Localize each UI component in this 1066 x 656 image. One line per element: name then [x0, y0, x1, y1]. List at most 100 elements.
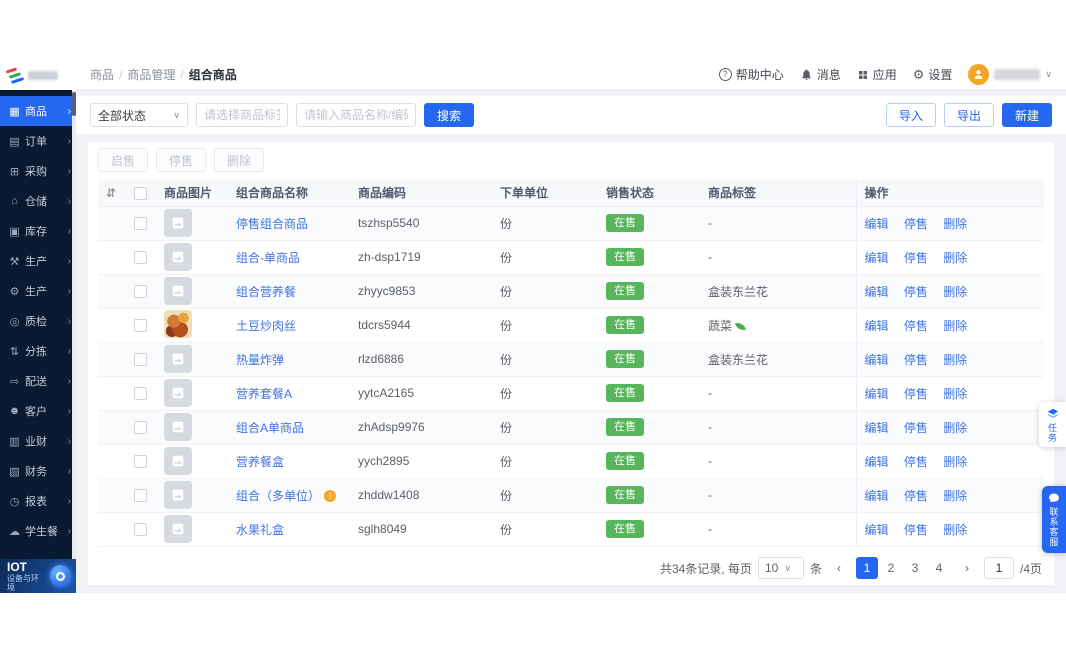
edit-link[interactable]: 编辑 [865, 353, 889, 367]
messages-button[interactable]: 消息 [800, 66, 841, 83]
page-button[interactable]: 4 [928, 557, 950, 579]
edit-link[interactable]: 编辑 [865, 319, 889, 333]
task-float-button[interactable]: 任务 [1039, 402, 1066, 447]
row-checkbox[interactable] [134, 489, 147, 503]
sidebar-scrollbar[interactable] [72, 90, 76, 559]
sidebar-scrollbar-thumb[interactable] [72, 92, 76, 116]
contact-service-button[interactable]: 联系客服 [1042, 486, 1066, 553]
product-name-link[interactable]: 组合-单商品 [236, 251, 300, 265]
sidebar-item-orders[interactable]: ▤ 订单 › [0, 126, 76, 156]
sidebar-item-goods[interactable]: ▦ 商品 › [0, 96, 76, 126]
sidebar-item-quality[interactable]: ◎ 质检 › [0, 306, 76, 336]
delete-link[interactable]: 删除 [943, 489, 967, 503]
next-page-button[interactable]: › [956, 557, 978, 579]
search-button[interactable]: 搜索 [424, 103, 475, 127]
sidebar-item-production[interactable]: ⚒ 生产 › [0, 246, 76, 276]
edit-link[interactable]: 编辑 [865, 523, 889, 537]
product-name-link[interactable]: 停售组合商品 [236, 217, 308, 231]
product-name-link[interactable]: 组合A单商品 [236, 421, 304, 435]
help-center-button[interactable]: ? 帮助中心 [718, 66, 784, 83]
bulk-action-button[interactable]: 停售 [156, 148, 207, 172]
edit-link[interactable]: 编辑 [865, 455, 889, 469]
sidebar-item-inventory[interactable]: ▣ 库存 › [0, 216, 76, 246]
prev-page-button[interactable]: ‹ [828, 557, 850, 579]
row-checkbox[interactable] [134, 523, 147, 537]
keyword-search-input[interactable] [296, 103, 416, 127]
stop-sale-link[interactable]: 停售 [904, 217, 928, 231]
sidebar-item-student-meal[interactable]: ☁ 学生餐 › [0, 516, 76, 546]
delete-link[interactable]: 删除 [943, 455, 967, 469]
sidebar-item-delivery[interactable]: ⇨ 配送 › [0, 366, 76, 396]
row-checkbox[interactable] [134, 319, 147, 333]
stop-sale-link[interactable]: 停售 [904, 523, 928, 537]
product-name-link[interactable]: 组合营养餐 [236, 285, 296, 299]
edit-link[interactable]: 编辑 [865, 251, 889, 265]
edit-link[interactable]: 编辑 [865, 421, 889, 435]
export-button[interactable]: 导出 [943, 103, 994, 127]
sidebar-item-production2[interactable]: ⚙ 生产 › [0, 276, 76, 306]
stop-sale-link[interactable]: 停售 [904, 387, 928, 401]
delete-link[interactable]: 删除 [943, 217, 967, 231]
edit-link[interactable]: 编辑 [865, 387, 889, 401]
stop-sale-link[interactable]: 停售 [904, 285, 928, 299]
user-menu[interactable]: ∨ [968, 64, 1052, 85]
page-size-select[interactable]: 10 ∨ [757, 557, 804, 579]
row-checkbox[interactable] [134, 387, 147, 401]
tag-filter-input[interactable] [196, 103, 288, 127]
product-name-link[interactable]: 水果礼盒 [236, 523, 284, 537]
product-name-link[interactable]: 营养餐盒 [236, 455, 284, 469]
edit-link[interactable]: 编辑 [865, 217, 889, 231]
delete-link[interactable]: 删除 [943, 353, 967, 367]
expand-all-icon[interactable]: ⇵ [106, 186, 116, 200]
status-select[interactable]: 全部状态 ∨ [90, 103, 188, 127]
product-name-link[interactable]: 组合（多单位） [236, 489, 320, 503]
delete-link[interactable]: 删除 [943, 285, 967, 299]
stop-sale-link[interactable]: 停售 [904, 421, 928, 435]
delete-link[interactable]: 删除 [943, 319, 967, 333]
delete-link[interactable]: 删除 [943, 251, 967, 265]
row-checkbox[interactable] [134, 455, 147, 469]
page-jump-input[interactable] [983, 557, 1014, 579]
iot-panel[interactable]: IOT 设备与环境 [0, 559, 76, 593]
product-photo[interactable] [164, 309, 192, 338]
product-name-link[interactable]: 营养套餐A [236, 387, 292, 401]
select-all-checkbox[interactable] [134, 186, 147, 200]
row-checkbox[interactable] [134, 217, 147, 231]
stop-sale-link[interactable]: 停售 [904, 353, 928, 367]
stop-sale-link[interactable]: 停售 [904, 455, 928, 469]
stop-sale-link[interactable]: 停售 [904, 319, 928, 333]
sidebar-item-warehouse[interactable]: ⌂ 仓储 › [0, 186, 76, 216]
import-button[interactable]: 导入 [885, 103, 936, 127]
product-name-link[interactable]: 热量炸弹 [236, 353, 284, 367]
bulk-action-button[interactable]: 删除 [214, 148, 265, 172]
row-checkbox[interactable] [134, 421, 147, 435]
sidebar-item-biz-finance[interactable]: ▥ 业财 › [0, 426, 76, 456]
sidebar-item-finance[interactable]: ▧ 财务 › [0, 456, 76, 486]
row-checkbox[interactable] [134, 353, 147, 367]
edit-link[interactable]: 编辑 [865, 489, 889, 503]
iot-device-icon[interactable] [49, 565, 71, 587]
info-icon[interactable]: ! [324, 489, 337, 502]
sidebar-item-sorting[interactable]: ⇅ 分拣 › [0, 336, 76, 366]
apps-button[interactable]: 应用 [857, 66, 897, 83]
page-button[interactable]: 2 [880, 557, 902, 579]
product-name-link[interactable]: 土豆炒肉丝 [236, 319, 296, 333]
delete-link[interactable]: 删除 [943, 523, 967, 537]
page-button[interactable]: 1 [855, 557, 878, 579]
sidebar-item-customers[interactable]: ☻ 客户 › [0, 396, 76, 426]
stop-sale-link[interactable]: 停售 [904, 489, 928, 503]
create-button[interactable]: 新建 [1001, 103, 1052, 127]
sidebar-item-procurement[interactable]: ⊞ 采购 › [0, 156, 76, 186]
edit-link[interactable]: 编辑 [865, 285, 889, 299]
breadcrumb-item[interactable]: 商品 [90, 66, 114, 83]
stop-sale-link[interactable]: 停售 [904, 251, 928, 265]
breadcrumb-item[interactable]: 商品管理 [127, 66, 175, 83]
delete-link[interactable]: 删除 [943, 387, 967, 401]
bulk-action-button[interactable]: 启售 [98, 148, 149, 172]
app-logo[interactable] [0, 60, 76, 90]
row-checkbox[interactable] [134, 285, 147, 299]
sidebar-item-reports[interactable]: ◷ 报表 › [0, 486, 76, 516]
row-checkbox[interactable] [134, 251, 147, 265]
page-button[interactable]: 3 [904, 557, 926, 579]
settings-button[interactable]: ⚙ 设置 [913, 66, 953, 83]
